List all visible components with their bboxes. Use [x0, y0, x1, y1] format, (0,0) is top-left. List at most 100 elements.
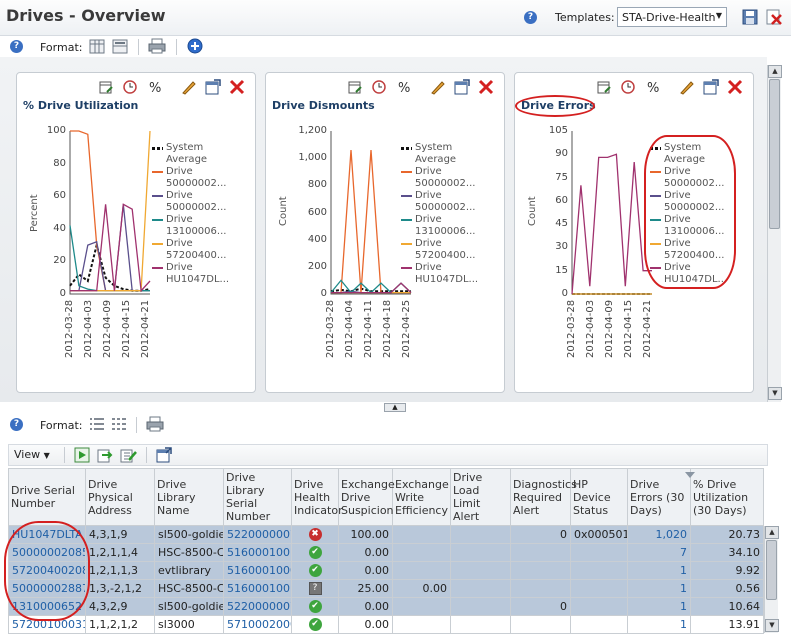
column-header[interactable]: Diagnostics Required Alert [510, 468, 577, 526]
edit-pencil-icon[interactable] [429, 79, 445, 95]
help-icon[interactable]: ? [10, 418, 23, 431]
scroll-thumb[interactable] [769, 79, 780, 229]
column-header[interactable]: Exchange Drive Suspicion [338, 468, 395, 526]
calendar-edit-icon[interactable] [347, 79, 363, 95]
cell-addr: 1,2,1,1,4 [85, 543, 155, 562]
sort-descending-icon[interactable] [684, 471, 696, 479]
cell-errors[interactable]: 1 [627, 597, 691, 616]
percent-icon[interactable]: % [147, 79, 163, 95]
scroll-down-arrow[interactable]: ▼ [765, 619, 779, 632]
y-tick-label: 30 [555, 241, 568, 253]
row-layout-icon[interactable] [112, 39, 128, 54]
cell-errors[interactable]: 1,020 [627, 525, 691, 544]
close-icon[interactable] [478, 79, 494, 95]
axis-line [69, 131, 150, 295]
table-row[interactable]: 13100006524,3,2,9sl500-goldie52200000074… [8, 597, 764, 616]
detail-view-icon[interactable] [111, 417, 127, 431]
print-icon[interactable] [146, 416, 164, 432]
templates-select[interactable]: STA-Drive-Health ▼ [617, 7, 727, 27]
health-indicator-cell: ✖ [291, 525, 339, 544]
list-view-icon[interactable] [89, 417, 105, 431]
percent-icon[interactable]: % [396, 79, 412, 95]
cell-libserial[interactable]: 51600010012 [223, 543, 292, 562]
detach-icon[interactable] [454, 79, 470, 95]
cell-libserial[interactable]: 57100020003 [223, 615, 292, 634]
clock-icon[interactable] [620, 79, 636, 95]
charts-scrollbar[interactable]: ▲ ▼ [767, 65, 782, 402]
calendar-edit-icon[interactable] [98, 79, 114, 95]
cell-hp [570, 561, 628, 580]
health-indicator-cell: ✔ [291, 543, 339, 562]
legend-item: Drive 13100006... [401, 214, 501, 238]
add-icon[interactable] [187, 38, 203, 54]
legend-label: HU1047DL... [166, 274, 230, 285]
table-row[interactable]: 5720010003161,1,2,1,2sl300057100020003✔0… [8, 615, 764, 634]
table-row[interactable]: 5000000208521,2,1,1,4HSC-8500-Comp516000… [8, 543, 764, 562]
clock-icon[interactable] [371, 79, 387, 95]
table-scrollbar[interactable]: ▲ ▼ [764, 526, 779, 633]
grid-layout-icon[interactable] [89, 39, 105, 54]
detach-icon[interactable] [205, 79, 221, 95]
scroll-up-arrow[interactable]: ▲ [765, 526, 779, 539]
x-tick-label: 2012-04-21 [140, 299, 151, 358]
legend-label: System [166, 142, 204, 153]
y-tick-label: 800 [307, 179, 327, 191]
delete-template-icon[interactable] [766, 9, 782, 25]
column-header[interactable]: Drive Library Serial Number [223, 468, 292, 526]
cell-libserial[interactable]: 51600010009 [223, 561, 292, 580]
column-header[interactable]: Drive Load Limit Alert [450, 468, 511, 526]
edit-pencil-icon[interactable] [180, 79, 196, 95]
legend-label: 57200400... [166, 250, 227, 261]
help-icon[interactable]: ? [524, 11, 537, 24]
export-icon[interactable] [97, 447, 113, 463]
cell-diag [510, 543, 571, 562]
scroll-thumb[interactable] [766, 540, 777, 600]
detach-icon[interactable] [703, 79, 719, 95]
help-icon[interactable]: ? [10, 40, 23, 53]
edit-rows-icon[interactable] [120, 447, 138, 463]
legend-swatch [152, 147, 163, 150]
format-label: Format: [40, 41, 83, 54]
edit-pencil-icon[interactable] [678, 79, 694, 95]
x-tick-label: 2012-04-03 [585, 299, 596, 358]
clock-icon[interactable] [122, 79, 138, 95]
cell-libserial[interactable]: 52200000074 [223, 525, 292, 544]
cell-errors[interactable]: 1 [627, 579, 691, 598]
table-row[interactable]: HU1047DLTA4,3,1,9sl500-goldie52200000074… [8, 525, 764, 544]
cell-errors[interactable]: 1 [627, 561, 691, 580]
table-row[interactable]: 5000000288761,3,-2,1,2HSC-8500-Comp51600… [8, 579, 764, 598]
legend-swatch [152, 171, 163, 173]
detach-icon[interactable] [156, 447, 172, 463]
cell-libserial[interactable]: 52200000074 [223, 597, 292, 616]
save-template-icon[interactable] [742, 9, 758, 25]
annotation-oval [515, 95, 595, 117]
x-tick-label: 2012-03-28 [64, 299, 75, 358]
legend-label: 13100006... [415, 226, 476, 237]
legend-label: Drive [166, 214, 193, 225]
column-header[interactable]: Drive Errors (30 Days) [627, 468, 691, 526]
splitter-collapse-button[interactable]: ▲ [384, 403, 406, 412]
column-header[interactable]: HP Device Status [570, 468, 628, 526]
cell-errors[interactable]: 7 [627, 543, 691, 562]
calendar-edit-icon[interactable] [596, 79, 612, 95]
column-header[interactable]: Drive Physical Address [85, 468, 155, 526]
scroll-up-arrow[interactable]: ▲ [768, 65, 782, 78]
cell-errors[interactable]: 1 [627, 615, 691, 634]
close-icon[interactable] [229, 79, 245, 95]
print-icon[interactable] [148, 38, 166, 54]
close-icon[interactable] [727, 79, 743, 95]
view-menu[interactable]: View ▼ [14, 448, 50, 461]
column-header[interactable]: % Drive Utilization (30 Days) [690, 468, 764, 526]
column-header[interactable]: Drive Serial Number [8, 468, 86, 526]
column-header[interactable]: Drive Library Name [154, 468, 224, 526]
series-line [331, 149, 411, 294]
percent-icon[interactable]: % [645, 79, 661, 95]
y-tick-label: 100 [46, 125, 66, 136]
table-row[interactable]: 5720040020831,2,1,1,3evtlibrary516000100… [8, 561, 764, 580]
run-icon[interactable] [74, 447, 90, 463]
column-header[interactable]: Drive Health Indicator [291, 468, 343, 526]
scroll-down-arrow[interactable]: ▼ [768, 387, 782, 400]
x-tick-label: 2012-04-04 [344, 299, 355, 358]
column-header[interactable]: Exchange Write Efficiency [392, 468, 451, 526]
cell-libserial[interactable]: 51600010012 [223, 579, 292, 598]
